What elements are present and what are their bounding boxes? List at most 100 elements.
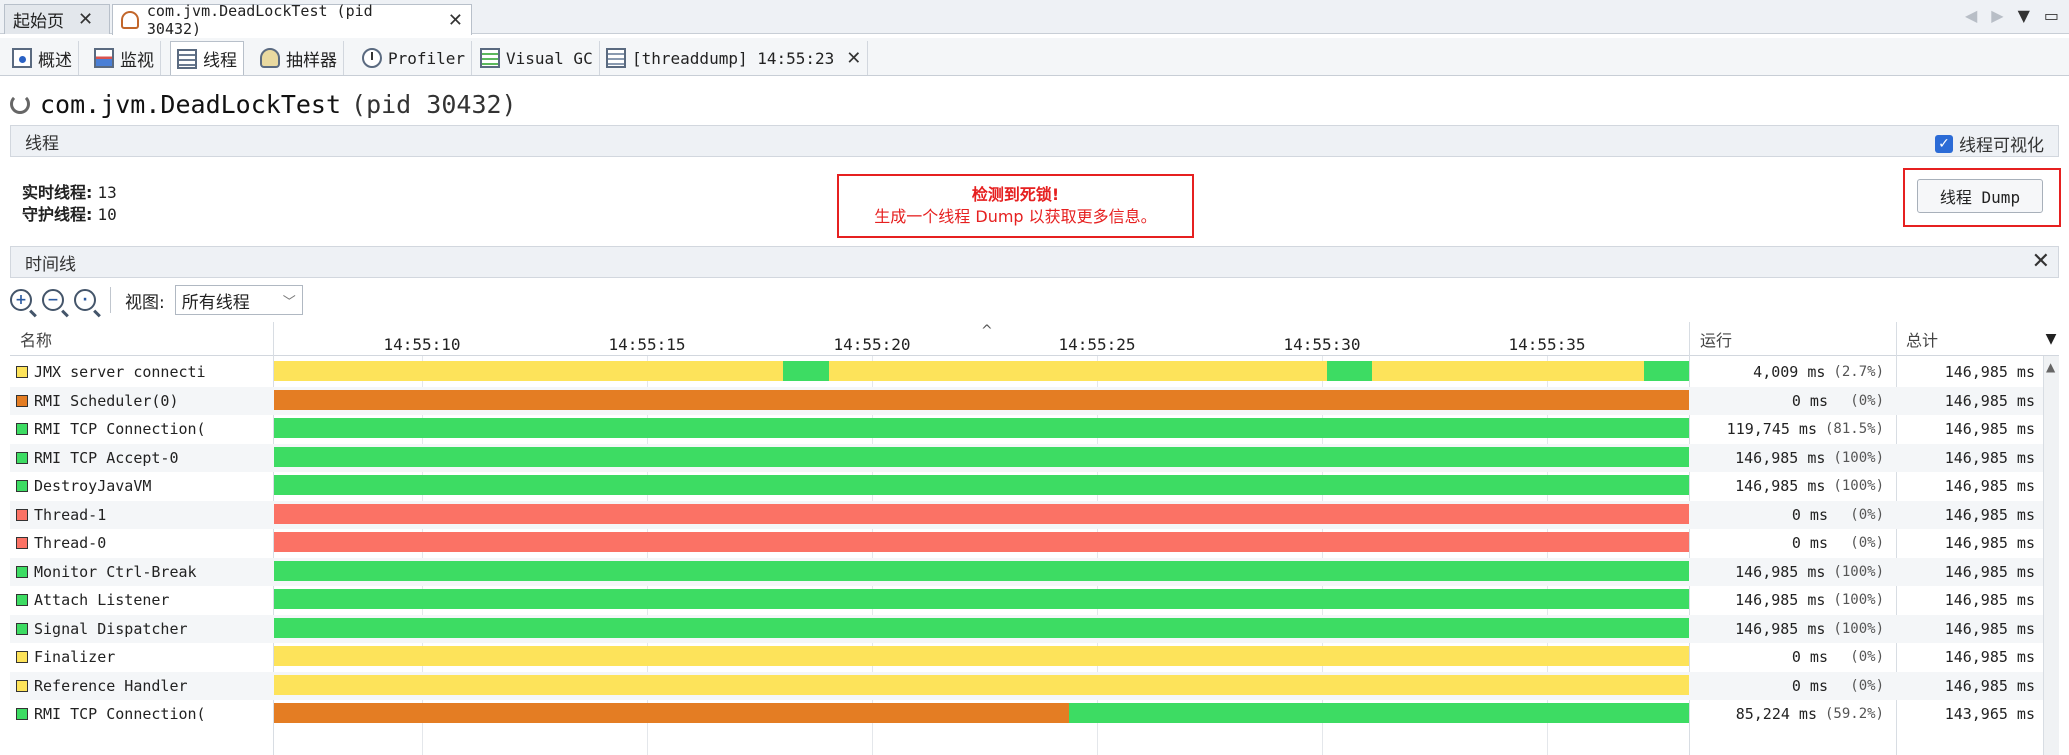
scroll-right-icon[interactable]: ▶ xyxy=(1991,6,2003,25)
toolbar-separator xyxy=(110,287,111,313)
stat-value: 13 xyxy=(97,183,117,202)
tab-list-dropdown-icon[interactable]: ▼ xyxy=(2018,6,2030,25)
table-row[interactable]: Reference Handler 0 ms (0%) 146,985 ms xyxy=(10,671,2059,700)
table-header: 名称 运行 总计 ^ ▼ 14:55:10 14:55:15 14:55:20 14:… xyxy=(10,322,2059,356)
table-row[interactable]: Monitor Ctrl-Break 146,985 ms (100%) 146,98… xyxy=(10,557,2059,586)
view-select[interactable]: 所有线程 ﹀ xyxy=(174,285,303,315)
tab-overview[interactable]: 概述 xyxy=(6,41,79,75)
tab-profiler[interactable]: Profiler xyxy=(356,41,473,75)
daemon-threads-stat: 守护线程: 10 xyxy=(22,204,117,226)
thread-state-color-icon xyxy=(16,708,28,720)
timeline-tick-label: 14:55:10 xyxy=(383,335,461,354)
running-time-value: 0 ms xyxy=(1791,676,1828,695)
running-time-value: 85,224 ms xyxy=(1735,705,1817,723)
tab-start-page[interactable]: 起始页 ✕ xyxy=(4,4,110,34)
section-title: 线程 xyxy=(25,133,59,154)
close-icon[interactable]: ✕ xyxy=(448,10,463,31)
sampler-icon xyxy=(260,48,280,68)
total-time-cell: 146,985 ms xyxy=(1944,562,2035,581)
thread-state-color-icon xyxy=(16,537,28,549)
threads-visualization-toggle[interactable]: ✓ 线程可视化 xyxy=(1935,131,2044,156)
threads-section-header: 线程 ✓ 线程可视化 xyxy=(10,125,2059,157)
running-time-percent: (100%) xyxy=(1833,563,1884,580)
close-icon[interactable]: ✕ xyxy=(846,48,861,69)
running-time-value: 146,985 ms xyxy=(1735,562,1826,581)
tab-label: 监视 xyxy=(120,50,154,71)
tab-threads[interactable]: 线程 xyxy=(170,41,244,75)
stat-value: 10 xyxy=(97,205,117,224)
running-time-value: 0 ms xyxy=(1791,505,1828,524)
table-row[interactable]: RMI TCP Accept-0 146,985 ms (100%) 146,985 … xyxy=(10,443,2059,472)
thread-state-color-icon xyxy=(16,594,28,606)
running-time-value: 146,985 ms xyxy=(1735,477,1826,495)
thread-state-segment xyxy=(274,446,1689,467)
checkbox-checked-icon[interactable]: ✓ xyxy=(1935,134,1953,153)
scroll-up-icon[interactable]: ▲ xyxy=(2046,360,2055,374)
tab-visual-gc[interactable]: Visual GC xyxy=(474,41,600,75)
thread-stats: 实时线程: 13 守护线程: 10 xyxy=(22,182,117,226)
total-time-cell: 146,985 ms xyxy=(1944,477,2035,495)
close-icon[interactable]: ✕ xyxy=(2032,249,2050,274)
thread-name-cell: DestroyJavaVM xyxy=(16,472,206,500)
running-time-value: 0 ms xyxy=(1791,391,1828,410)
zoom-fit-icon[interactable]: · xyxy=(74,289,96,311)
scroll-left-icon[interactable]: ◀ xyxy=(1965,6,1977,25)
thread-name: Thread-0 xyxy=(34,534,107,552)
thread-state-segment xyxy=(828,361,1327,381)
thread-name: Thread-1 xyxy=(34,505,107,524)
timeline-tick-label: 14:55:20 xyxy=(833,335,911,354)
thread-state-segment xyxy=(1069,703,1689,723)
column-header-running[interactable]: 运行 xyxy=(1700,322,1732,356)
table-row[interactable]: JMX server connection timeo 4,009 ms (2.7%… xyxy=(10,358,2059,387)
thread-state-segment xyxy=(274,475,1689,495)
thread-timeline-track xyxy=(274,589,1689,611)
tab-sampler[interactable]: 抽样器 xyxy=(254,41,344,75)
zoom-out-icon[interactable]: − xyxy=(42,289,64,311)
close-icon[interactable]: ✕ xyxy=(78,9,93,30)
table-row[interactable]: Thread-1 0 ms (0%) 146,985 ms xyxy=(10,500,2059,529)
thread-state-segment xyxy=(274,703,1070,723)
table-row[interactable]: Thread-0 0 ms (0%) 146,985 ms xyxy=(10,529,2059,558)
tab-deadlocktest[interactable]: com.jvm.DeadLockTest (pid 30432) ✕ xyxy=(112,2,472,38)
vertical-scrollbar[interactable]: ▲ xyxy=(2043,356,2059,755)
minimize-window-icon[interactable]: ▭ xyxy=(2044,6,2059,25)
running-time-cell: 146,985 ms (100%) xyxy=(1689,444,1896,472)
tab-threaddump[interactable]: [threaddump] 14:55:23 ✕ xyxy=(600,41,869,75)
running-time-cell: 85,224 ms (59.2%) xyxy=(1689,700,1896,728)
total-time-cell: 143,965 ms xyxy=(1944,705,2035,723)
table-row[interactable]: RMI TCP Connection(1)-172.1 119,745 ms (81… xyxy=(10,415,2059,444)
running-time-cell: 0 ms (0%) xyxy=(1689,643,1896,671)
table-row[interactable]: Signal Dispatcher 146,985 ms (100%) 146,985… xyxy=(10,614,2059,643)
tab-monitor[interactable]: 监视 xyxy=(88,41,161,75)
deadlock-alert: 检测到死锁! 生成一个线程 Dump 以获取更多信息。 xyxy=(837,174,1194,238)
thread-dump-button[interactable]: 线程 Dump xyxy=(1917,179,2043,213)
total-time-cell: 146,985 ms xyxy=(1944,534,2035,552)
thread-timeline-track xyxy=(274,674,1689,697)
zoom-in-icon[interactable]: + xyxy=(10,289,32,311)
table-row[interactable]: RMI TCP Connection(2)-172.1 85,224 ms (59.… xyxy=(10,700,2059,729)
table-row[interactable]: RMI Scheduler(0) 0 ms (0%) 146,985 ms xyxy=(10,386,2059,415)
stat-label: 实时线程: xyxy=(22,183,93,202)
column-header-name[interactable]: 名称 xyxy=(20,322,52,356)
profiler-icon xyxy=(362,48,382,68)
timeline-tick-label: 14:55:15 xyxy=(608,335,686,354)
column-menu-dropdown-icon[interactable]: ▼ xyxy=(2043,322,2059,356)
table-row[interactable]: DestroyJavaVM 146,985 ms (100%) 146,985 ms xyxy=(10,472,2059,501)
column-header-total[interactable]: 总计 xyxy=(1906,322,1938,356)
running-time-percent: (0%) xyxy=(1850,649,1884,665)
chevron-down-icon: ﹀ xyxy=(282,294,296,310)
running-time-value: 4,009 ms xyxy=(1753,363,1826,381)
running-time-percent: (0%) xyxy=(1850,677,1884,694)
thread-name-cell: RMI Scheduler(0) xyxy=(16,387,206,415)
thread-timeline-track xyxy=(274,446,1689,469)
thread-state-segment xyxy=(274,361,784,381)
thread-name-cell: Attach Listener xyxy=(16,586,206,614)
running-time-cell: 0 ms (0%) xyxy=(1689,501,1896,529)
total-time-cell: 146,985 ms xyxy=(1944,505,2035,524)
table-row[interactable]: Finalizer 0 ms (0%) 146,985 ms xyxy=(10,643,2059,672)
table-row[interactable]: Attach Listener 146,985 ms (100%) 146,985 m… xyxy=(10,586,2059,615)
thread-state-segment xyxy=(1326,361,1373,381)
thread-name-cell: Thread-0 xyxy=(16,529,206,557)
thread-state-segment xyxy=(274,503,1689,524)
section-title: 时间线 xyxy=(25,254,76,275)
